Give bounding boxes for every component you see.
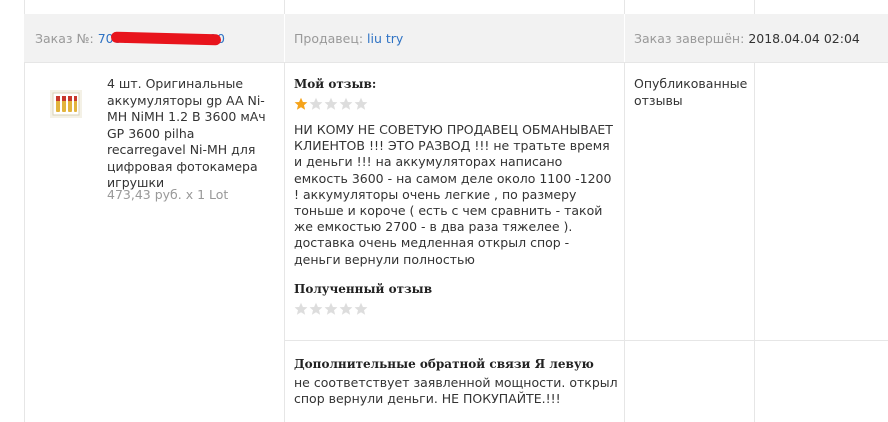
star-icon [294, 302, 308, 315]
column-divider [284, 14, 285, 62]
star-icon [309, 97, 323, 110]
row-divider [24, 62, 888, 63]
my-review-rating [294, 97, 368, 111]
received-review-rating [294, 302, 368, 316]
my-review-heading: Мой отзыв: [294, 77, 377, 91]
additional-feedback-text: не соответствует заявленной мощности. от… [294, 375, 618, 407]
star-icon [339, 302, 353, 315]
column-divider [624, 0, 625, 422]
star-icon [354, 97, 368, 110]
product-price: 473,43 руб. x 1 Lot [107, 187, 229, 202]
product-title-link[interactable]: 4 шт. Оригинальные аккумуляторы gp AA Ni… [107, 76, 277, 192]
row-divider [284, 340, 888, 341]
order-completed-label: Заказ завершён: [634, 31, 745, 46]
star-icon [324, 97, 338, 110]
star-icon [309, 302, 323, 315]
star-icon [354, 302, 368, 315]
order-number-label: Заказ №: [35, 31, 94, 46]
order-completed-field: Заказ завершён: 2018.04.04 02:04 [634, 31, 860, 46]
received-review-heading: Полученный отзыв [294, 282, 433, 296]
star-icon [324, 302, 338, 315]
order-number-link[interactable]: 7000000000000000 [98, 31, 225, 46]
column-divider [624, 14, 625, 62]
order-number-field: Заказ №: 7000000000000000 [35, 31, 225, 46]
seller-field: Продавец: liu try [294, 31, 403, 46]
column-divider [24, 0, 25, 422]
column-divider [284, 0, 285, 422]
star-icon [339, 97, 353, 110]
order-completed-date: 2018.04.04 02:04 [748, 31, 860, 46]
star-icon [294, 97, 308, 110]
battery-pack-thumbnail[interactable] [50, 90, 82, 118]
column-divider [754, 0, 755, 422]
additional-feedback-heading: Дополнительные обратной связи Я левую [294, 357, 594, 371]
seller-label: Продавец: [294, 31, 364, 46]
review-status: Опубликованные отзывы [634, 76, 748, 108]
my-review-text: НИ КОМУ НЕ СОВЕТУЮ ПРОДАВЕЦ ОБМАНЫВАЕТ К… [294, 122, 613, 267]
seller-link[interactable]: liu try [367, 31, 403, 46]
